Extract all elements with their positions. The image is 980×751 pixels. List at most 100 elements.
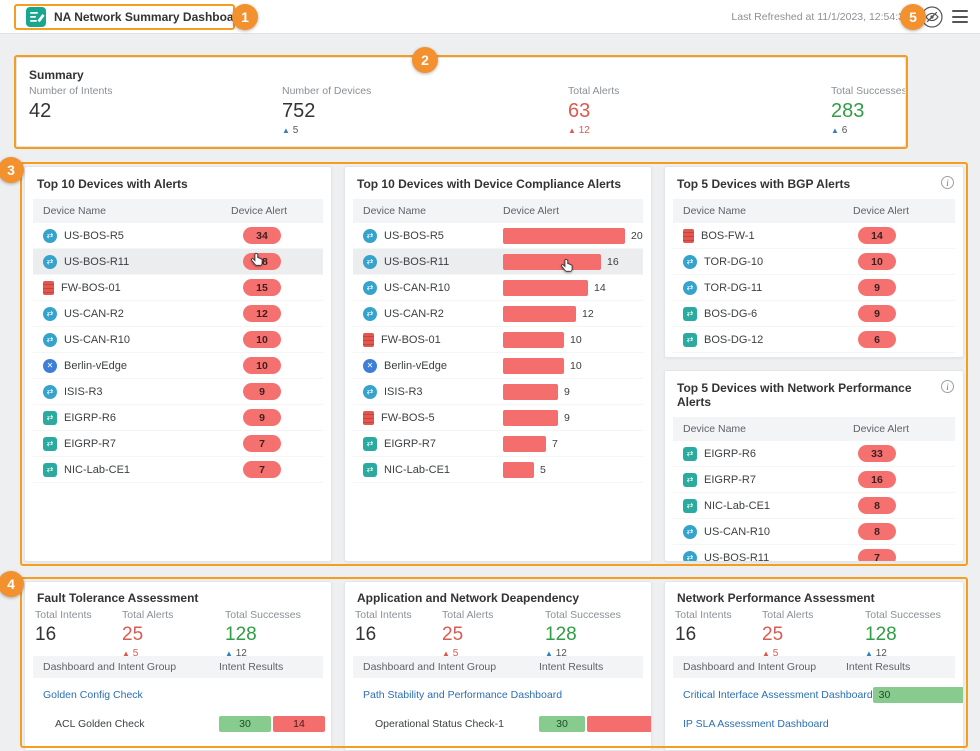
cursor-icon (560, 258, 576, 274)
device-name-cell: ⇄EIGRP-R7 (33, 437, 231, 451)
annotation-callout-5: 5 (900, 4, 926, 30)
metric-value: 128 (225, 625, 301, 645)
device-name-cell: ⇄TOR-DG-11 (673, 281, 853, 295)
info-icon[interactable]: i (941, 380, 954, 393)
alert-bar (503, 410, 558, 426)
device-name: EIGRP-R7 (384, 438, 436, 450)
intent-link[interactable]: Path Stability and Performance Dashboard (353, 689, 562, 701)
switch-icon: ⇄ (683, 473, 697, 487)
device-name: TOR-DG-10 (704, 256, 763, 268)
device-row[interactable]: ⇄US-BOS-R520 (353, 223, 643, 249)
device-row[interactable]: ⇄EIGRP-R716 (673, 467, 955, 493)
device-row[interactable]: ⇄NIC-Lab-CE17 (33, 457, 323, 483)
device-row[interactable]: ⇄US-CAN-R1014 (353, 275, 643, 301)
alert-badge: 9 (858, 279, 896, 296)
device-name-cell: ⇄US-BOS-R5 (353, 229, 503, 243)
device-alert-cell: 6 (853, 331, 955, 348)
device-alert-cell: 8 (853, 523, 955, 540)
intent-row[interactable]: ACL Golden Check3014 (33, 711, 323, 737)
device-name-cell: ⇄US-BOS-R11 (353, 255, 503, 269)
intent-row[interactable]: Path Stability and Performance Dashboard (353, 682, 643, 708)
intent-row[interactable]: Golden Config Check (33, 682, 323, 708)
device-row[interactable]: ⇄NIC-Lab-CE18 (673, 493, 955, 519)
device-row[interactable]: ⇄EIGRP-R69 (33, 405, 323, 431)
device-name-cell: FW-BOS-01 (33, 281, 231, 295)
alert-badge: 14 (858, 227, 896, 244)
router-icon: ⇄ (363, 307, 377, 321)
delta-indicator: ▲ 12 (568, 125, 619, 136)
intent-link[interactable]: Critical Interface Assessment Dashboard (673, 689, 873, 701)
device-row[interactable]: ⇄US-CAN-R212 (353, 301, 643, 327)
up-triangle-icon: ▲ (282, 126, 290, 135)
intent-row[interactable]: Critical Interface Assessment Dashboard3… (673, 682, 955, 708)
table-header-row: Device NameDevice Alert (33, 199, 323, 223)
assessment-metric: Total Alerts25▲ 5 (442, 609, 493, 659)
device-name-cell: ⇄US-CAN-R10 (33, 333, 231, 347)
intent-link[interactable]: IP SLA Assessment Dashboard (673, 718, 829, 730)
device-row[interactable]: ⇄US-CAN-R212 (33, 301, 323, 327)
device-name: US-BOS-R11 (384, 256, 449, 268)
device-row[interactable]: ⇄US-BOS-R11 16 (353, 249, 643, 275)
device-name-cell: FW-BOS-01 (353, 333, 503, 347)
device-row[interactable]: ⇄US-BOS-R534 (33, 223, 323, 249)
alert-value: 9 (564, 386, 570, 398)
metric-label: Total Successes (831, 85, 906, 97)
device-row[interactable]: ⇄US-CAN-R108 (673, 519, 955, 545)
device-row[interactable]: ⇄US-BOS-R1128 (33, 249, 323, 275)
device-row[interactable]: FW-BOS-0115 (33, 275, 323, 301)
device-name: FW-BOS-01 (61, 282, 121, 294)
firewall-icon (43, 281, 54, 295)
device-row[interactable]: BOS-FW-1 14 (673, 223, 955, 249)
alert-value: 9 (564, 412, 570, 424)
metric-value: 25 (442, 625, 493, 645)
device-name-cell: BOS-FW-1 (673, 229, 853, 243)
intent-results: 30 (873, 687, 964, 703)
device-name: EIGRP-R6 (64, 412, 116, 424)
intent-row[interactable]: IP SLA Assessment Dashboard (673, 711, 955, 737)
device-name: US-CAN-R10 (64, 334, 130, 346)
device-alert-cell: 10 (503, 332, 643, 348)
switch-icon: ⇄ (363, 437, 377, 451)
metric-value: 16 (675, 625, 732, 645)
info-icon[interactable]: i (941, 176, 954, 189)
alert-badge: 16 (858, 471, 896, 488)
device-row[interactable]: ⇄EIGRP-R633 (673, 441, 955, 467)
device-row[interactable]: ⇄BOS-DG-126 (673, 327, 955, 353)
alert-bar (503, 332, 564, 348)
device-row[interactable]: ✕Berlin-vEdge10 (353, 353, 643, 379)
device-alert-cell: 10 (503, 358, 643, 374)
alert-badge: 33 (858, 445, 896, 462)
device-row[interactable]: ⇄US-BOS-R117 (673, 545, 955, 562)
metric-label: Total Intents (355, 609, 412, 621)
metric-value: 16 (35, 625, 92, 645)
table-header-row: Dashboard and Intent GroupIntent Results (353, 656, 643, 678)
device-name-cell: ⇄US-BOS-R11 (33, 255, 231, 269)
metric-value: 16 (355, 625, 412, 645)
panel-header: Top 5 Devices with Network Performance A… (665, 371, 963, 417)
device-row[interactable]: ⇄ISIS-R39 (353, 379, 643, 405)
device-row[interactable]: ⇄EIGRP-R77 (33, 431, 323, 457)
device-name-cell: ⇄US-CAN-R10 (673, 525, 853, 539)
device-row[interactable]: ⇄NIC-Lab-CE15 (353, 457, 643, 483)
device-row[interactable]: ⇄TOR-DG-1010 (673, 249, 955, 275)
device-alert-cell: 7 (231, 435, 323, 452)
device-alert-cell: 7 (231, 461, 323, 478)
alert-value: 14 (594, 282, 606, 294)
device-row[interactable]: FW-BOS-0110 (353, 327, 643, 353)
intent-link[interactable]: Golden Config Check (33, 689, 143, 701)
device-row[interactable]: ⇄TOR-DG-11 9 (673, 275, 955, 301)
device-row[interactable]: ⇄EIGRP-R77 (353, 431, 643, 457)
device-name: Berlin-vEdge (64, 360, 127, 372)
device-row[interactable]: FW-BOS-59 (353, 405, 643, 431)
device-row[interactable]: ⇄ISIS-R39 (33, 379, 323, 405)
device-row[interactable]: ⇄US-CAN-R1010 (33, 327, 323, 353)
device-name: ISIS-R3 (64, 386, 103, 398)
device-row[interactable]: ✕Berlin-vEdge10 (33, 353, 323, 379)
device-row[interactable]: ⇄BOS-DG-69 (673, 301, 955, 327)
assessment-metric: Total Successes128▲ 12 (225, 609, 301, 659)
hamburger-menu-icon[interactable] (952, 10, 968, 23)
metric-value: 42 (29, 101, 112, 122)
intent-row[interactable]: Operational Status Check-130 (353, 711, 643, 737)
alert-value: 16 (607, 256, 619, 268)
alert-bar-wrap: 20 (503, 228, 643, 244)
